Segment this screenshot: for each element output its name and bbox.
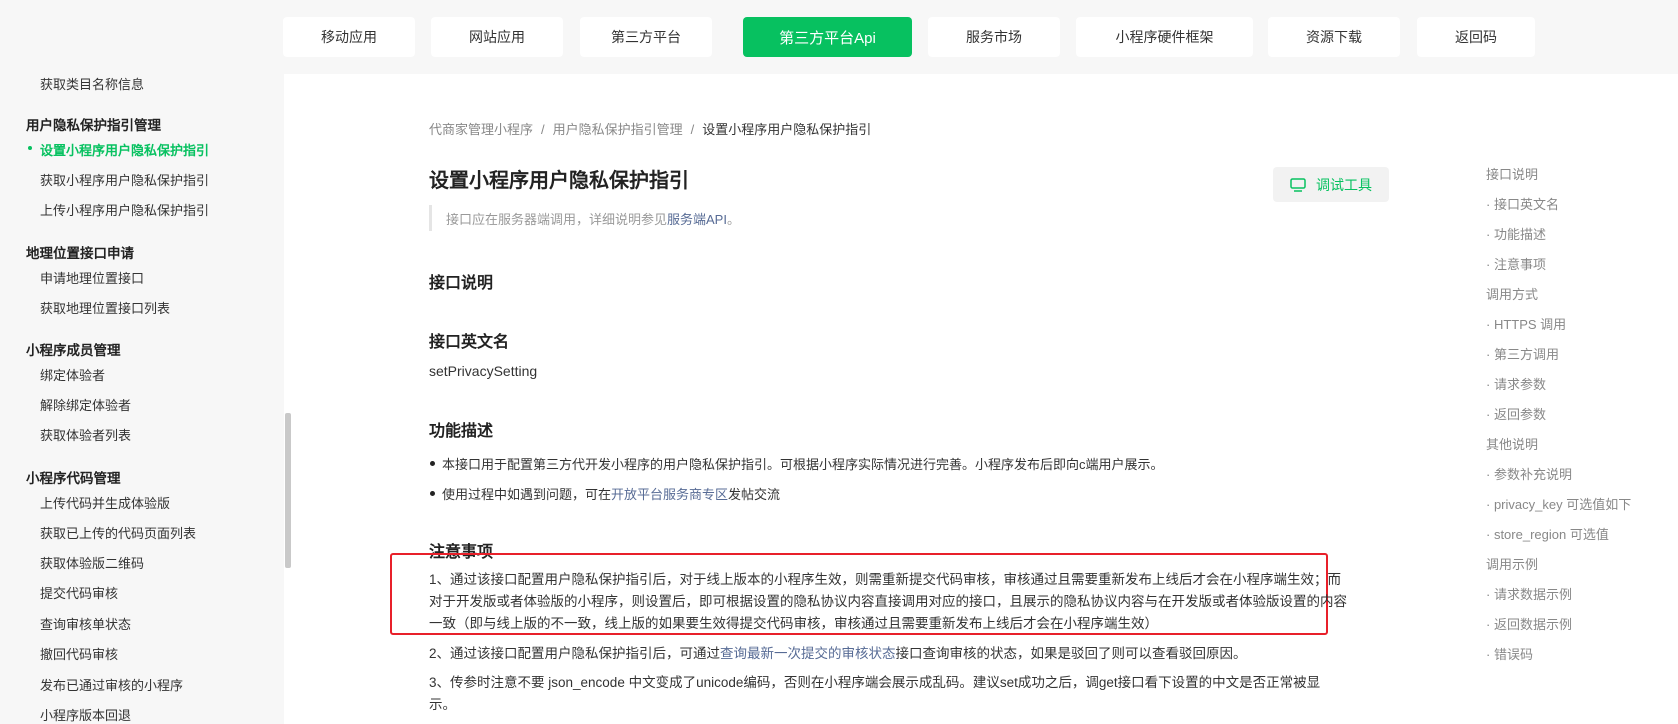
tab-mobile-app[interactable]: 移动应用 — [283, 17, 415, 57]
sidebar-item-get-privacy-setting[interactable]: 获取小程序用户隐私保护指引 — [40, 170, 209, 189]
server-side-note: 接口应在服务器端调用，详细说明参见 服务端API。 — [429, 205, 740, 231]
sidebar-group-code: 小程序代码管理 — [26, 471, 121, 486]
left-sidebar: 获取类目名称信息 用户隐私保护指引管理 设置小程序用户隐私保护指引 获取小程序用… — [0, 74, 284, 724]
notice-1-line: 对于开发版或者体验版的小程序，则设置后，即可根据设置的隐私协议内容直接调用对应的… — [429, 594, 1347, 609]
sidebar-group-location: 地理位置接口申请 — [26, 246, 134, 261]
monitor-icon — [1290, 177, 1306, 192]
sidebar-item-tester-list[interactable]: 获取体验者列表 — [40, 425, 131, 444]
tab-website-app[interactable]: 网站应用 — [431, 17, 563, 57]
toc-item[interactable]: · 返回数据示例 — [1486, 614, 1572, 633]
toc-item[interactable]: · 请求数据示例 — [1486, 584, 1572, 603]
sidebar-group-members: 小程序成员管理 — [26, 343, 121, 358]
toc-item[interactable]: · 功能描述 — [1486, 224, 1546, 243]
notice-text: 接口查询审核的状态，如果是驳回了则可以查看驳回原因。 — [895, 646, 1247, 661]
tab-resource-download[interactable]: 资源下载 — [1268, 17, 1400, 57]
notice-text: 2、通过该接口配置用户隐私保护指引后，可通过 — [429, 646, 721, 661]
sidebar-item-apply-location[interactable]: 申请地理位置接口 — [40, 268, 144, 287]
note-text: 接口应在服务器端调用，详细说明参见 — [446, 211, 668, 227]
english-name-value: setPrivacySetting — [429, 363, 538, 379]
sidebar-item-submit-audit[interactable]: 提交代码审核 — [40, 583, 118, 602]
sidebar-item-revert-release[interactable]: 小程序版本回退 — [40, 705, 131, 724]
notice-2: 2、通过该接口配置用户隐私保护指引后，可通过查询最新一次提交的审核状态接口查询审… — [429, 643, 1247, 665]
toc-item[interactable]: · 注意事项 — [1486, 254, 1546, 273]
bullet-text: 发帖交流 — [728, 487, 781, 502]
debug-tool-label: 调试工具 — [1316, 176, 1372, 193]
toc-item[interactable]: 接口说明 — [1486, 164, 1538, 183]
notice-3-line: 示。 — [429, 697, 456, 712]
toc-item[interactable]: · 接口英文名 — [1486, 194, 1559, 213]
sidebar-item-bind-tester[interactable]: 绑定体验者 — [40, 365, 105, 384]
toc-item[interactable]: · privacy_key 可选值如下 — [1486, 494, 1631, 513]
toc-item[interactable]: · 参数补充说明 — [1486, 464, 1572, 483]
query-latest-audit-link[interactable]: 查询最新一次提交的审核状态 — [720, 646, 896, 661]
function-bullet: 本接口用于配置第三方代开发小程序的用户隐私保护指引。可根据小程序实际情况进行完善… — [430, 454, 1164, 473]
page-title: 设置小程序用户隐私保护指引 — [429, 170, 689, 192]
sidebar-group-privacy: 用户隐私保护指引管理 — [26, 118, 161, 133]
breadcrumb-separator: / — [541, 122, 545, 137]
active-dot-icon — [28, 146, 32, 150]
notice-1-line: 一致（即与线上版的不一致，线上版的如果要生效得提交代码审核，审核通过且需要重新发… — [429, 616, 1158, 631]
tab-mini-program-hardware[interactable]: 小程序硬件框架 — [1076, 17, 1253, 57]
toc-item[interactable]: 调用示例 — [1486, 554, 1538, 573]
tab-return-codes[interactable]: 返回码 — [1417, 17, 1535, 57]
breadcrumb-item[interactable]: 用户隐私保护指引管理 — [553, 122, 683, 137]
toc-item[interactable]: 调用方式 — [1486, 284, 1538, 303]
function-bullet: 使用过程中如遇到问题，可在开放平台服务商专区发帖交流 — [429, 484, 781, 503]
sidebar-item-release[interactable]: 发布已通过审核的小程序 — [40, 675, 183, 694]
tab-service-market[interactable]: 服务市场 — [928, 17, 1060, 57]
sidebar-item-undo-audit[interactable]: 撤回代码审核 — [40, 644, 118, 663]
tab-third-party-platform[interactable]: 第三方平台 — [580, 17, 712, 57]
section-title-english-name: 接口英文名 — [429, 334, 510, 351]
sidebar-item-upload-privacy-setting[interactable]: 上传小程序用户隐私保护指引 — [40, 200, 209, 219]
debug-tool-button[interactable]: 调试工具 — [1273, 167, 1389, 202]
sidebar-item-page-list[interactable]: 获取已上传的代码页面列表 — [40, 523, 196, 542]
toc-item[interactable]: · 返回参数 — [1486, 404, 1546, 423]
toc-item[interactable]: · 请求参数 — [1486, 374, 1546, 393]
sidebar-item-get-category-name[interactable]: 获取类目名称信息 — [40, 74, 144, 93]
breadcrumb-separator: / — [690, 122, 695, 137]
note-suffix: 。 — [726, 211, 740, 227]
toc-item[interactable]: 其他说明 — [1486, 434, 1538, 453]
breadcrumb: 代商家管理小程序 / 用户隐私保护指引管理 / 设置小程序用户隐私保护指引 — [429, 119, 871, 138]
bullet-text: 使用过程中如遇到问题，可在 — [442, 487, 612, 502]
section-title-interface-desc: 接口说明 — [429, 275, 494, 292]
sidebar-item-location-list[interactable]: 获取地理位置接口列表 — [40, 298, 170, 317]
toc-item[interactable]: · store_region 可选值 — [1486, 524, 1609, 543]
toc-item[interactable]: · 错误码 — [1486, 644, 1533, 663]
server-api-link[interactable]: 服务端API — [667, 209, 727, 228]
service-provider-zone-link[interactable]: 开放平台服务商专区 — [611, 487, 728, 502]
breadcrumb-current: 设置小程序用户隐私保护指引 — [702, 122, 872, 137]
toc-item[interactable]: · 第三方调用 — [1486, 344, 1559, 363]
sidebar-scrollbar[interactable] — [285, 413, 291, 568]
section-title-function: 功能描述 — [429, 423, 494, 440]
toc-item[interactable]: · HTTPS 调用 — [1486, 314, 1566, 333]
notice-1-line: 1、通过该接口配置用户隐私保护指引后，对于线上版本的小程序生效，则需重新提交代码… — [429, 572, 1342, 587]
sidebar-item-upload-code[interactable]: 上传代码并生成体验版 — [40, 493, 170, 512]
breadcrumb-item[interactable]: 代商家管理小程序 — [429, 122, 533, 137]
notice-3-line: 3、传参时注意不要 json_encode 中文变成了unicode编码，否则在… — [429, 675, 1321, 690]
sidebar-item-set-privacy-setting[interactable]: 设置小程序用户隐私保护指引 — [40, 140, 209, 159]
sidebar-item-trial-qrcode[interactable]: 获取体验版二维码 — [40, 553, 144, 572]
top-nav-bar: 移动应用 网站应用 第三方平台 第三方平台Api 服务市场 小程序硬件框架 资源… — [0, 0, 1678, 74]
tab-third-party-platform-api[interactable]: 第三方平台Api — [743, 17, 912, 57]
sidebar-item-unbind-tester[interactable]: 解除绑定体验者 — [40, 395, 131, 414]
sidebar-item-audit-status[interactable]: 查询审核单状态 — [40, 614, 131, 633]
